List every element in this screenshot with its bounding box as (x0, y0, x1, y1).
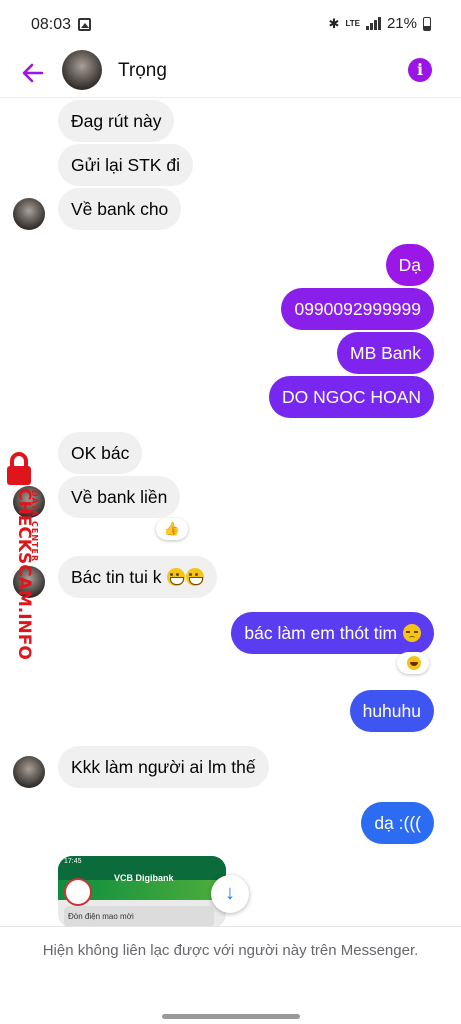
image-attachment[interactable]: 17:45 VCB Digibank Đòn điện mao mời (58, 856, 226, 928)
bluetooth-icon: ✱ (328, 15, 340, 31)
message-bubble[interactable]: Về bank cho (58, 188, 182, 230)
message-bubble[interactable]: Bác tin tui k (58, 556, 218, 598)
disappointed-face-icon (403, 624, 421, 642)
back-arrow-icon[interactable] (18, 58, 48, 88)
message-bubble[interactable]: bác làm em thót tim (231, 612, 434, 654)
chat-header: Trọng i (0, 50, 461, 98)
laughing-face-reaction-icon[interactable] (397, 652, 429, 674)
contact-avatar-small (13, 198, 45, 230)
contact-avatar-small (13, 756, 45, 788)
image-brand: VCB Digibank (114, 873, 174, 883)
watermark-subtext: DATA CENTER (30, 490, 39, 563)
message-bubble[interactable]: huhuhu (349, 690, 434, 732)
image-caption: Đòn điện mao mời (68, 912, 134, 921)
laughing-face-icon (406, 656, 421, 670)
arrow-down-icon: ↓ (225, 882, 235, 904)
message-bubble[interactable]: OK bác (58, 432, 143, 474)
message-text: bác làm em thót tim (244, 623, 398, 643)
lock-icon (7, 452, 31, 485)
unavailable-notice: Hiện không liên lạc được với người này t… (42, 942, 419, 959)
image-logo (64, 878, 92, 906)
message-bubble[interactable]: 0990092999999 (281, 288, 434, 330)
contact-name[interactable]: Trọng (118, 60, 167, 82)
message-bubble[interactable]: Kkk làm người ai lm thế (58, 746, 269, 788)
message-bubble[interactable]: Về bank liền (58, 476, 181, 518)
composer-footer: Hiện không liên lạc được với người này t… (0, 926, 461, 1024)
grinning-face-icon (186, 568, 205, 586)
info-icon[interactable]: i (408, 58, 432, 82)
battery-percent: 21% (386, 15, 417, 32)
home-indicator[interactable] (162, 1014, 300, 1019)
message-bubble[interactable]: Đag rút này (58, 100, 175, 142)
message-bubble[interactable]: MB Bank (337, 332, 434, 374)
thumbs-up-reaction-icon[interactable]: 👍 (156, 518, 188, 540)
grinning-face-icon (167, 568, 186, 586)
status-time: 08:03 (31, 16, 72, 33)
status-bar: 08:03 ✱ LTE 21% (0, 0, 461, 50)
gallery-icon (78, 18, 91, 31)
watermark: CHECKSCAM.INFO DATA CENTER (0, 452, 52, 682)
message-bubble[interactable]: DO NGOC HOAN (268, 376, 434, 418)
message-bubble[interactable]: dạ :((( (361, 802, 434, 844)
message-bubble[interactable]: Gửi lại STK đi (58, 144, 193, 186)
message-text: Bác tin tui k (71, 567, 162, 587)
lte-icon: LTE (345, 18, 360, 28)
scroll-down-button[interactable]: ↓ (211, 875, 249, 913)
contact-avatar[interactable] (62, 50, 102, 90)
battery-icon (423, 16, 431, 31)
status-indicators: ✱ LTE 21% (329, 15, 431, 32)
signal-icon (365, 17, 381, 30)
message-bubble[interactable]: Dạ (385, 244, 434, 286)
